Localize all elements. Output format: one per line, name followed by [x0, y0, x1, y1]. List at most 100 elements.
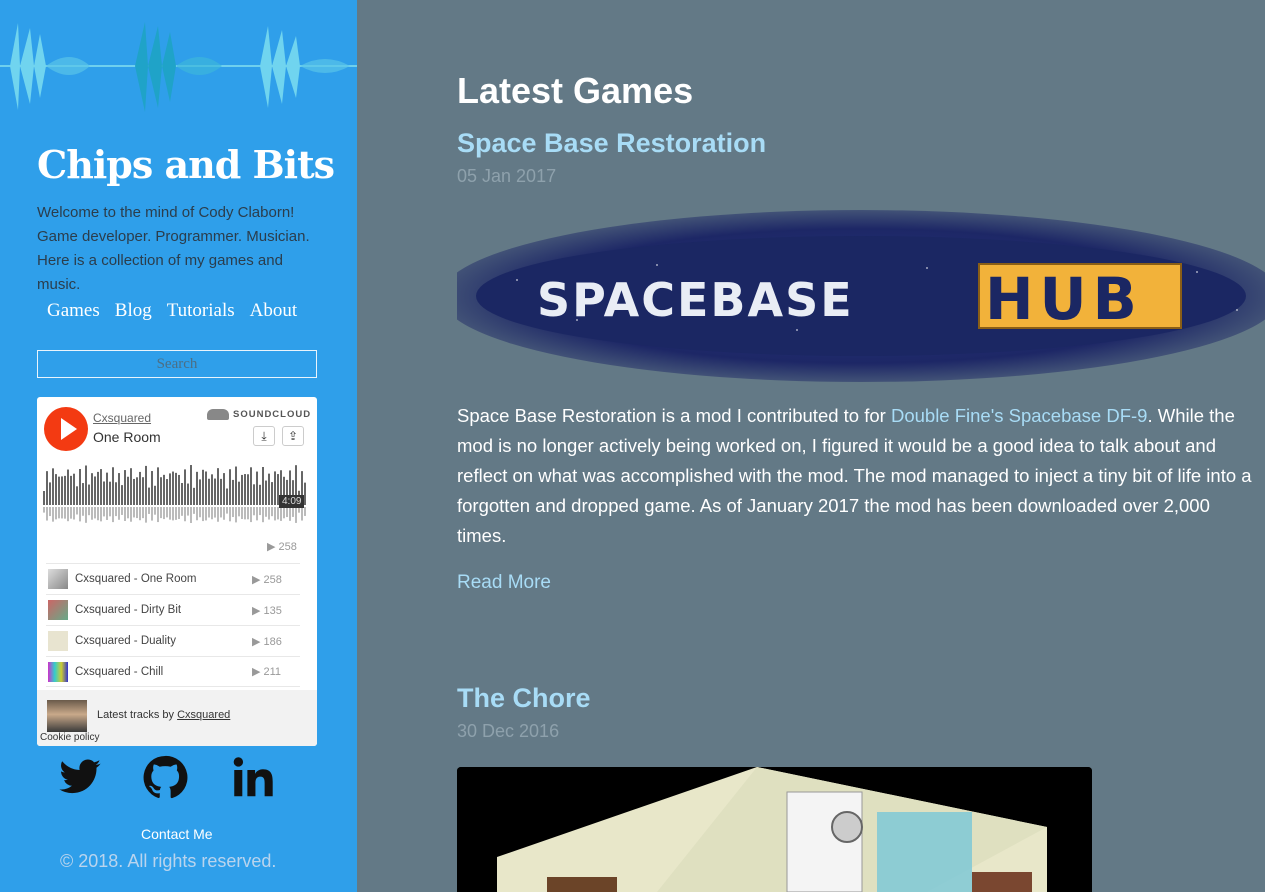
- waveform-reflection-bar: [271, 507, 273, 517]
- list-item[interactable]: Cxsquared - Duality ▶ 186: [46, 625, 300, 656]
- track-thumbnail: [48, 661, 68, 682]
- waveform-reflection-bar: [220, 507, 222, 518]
- linkedin-icon[interactable]: [228, 755, 278, 800]
- nav-tutorials[interactable]: Tutorials: [167, 300, 235, 322]
- play-count-value: 258: [278, 541, 297, 553]
- waveform-reflection-bar: [145, 507, 147, 523]
- track-item-plays-value: 211: [263, 666, 282, 678]
- waveform-bar: [70, 475, 72, 505]
- waveform-bar: [112, 467, 114, 505]
- cookie-policy-link[interactable]: Cookie policy: [40, 732, 99, 743]
- widget-footer: Latest tracks by Cxsquared Cookie policy: [37, 690, 317, 746]
- the-chore-screenshot[interactable]: [457, 767, 1092, 892]
- waveform-reflection-bar: [226, 507, 228, 514]
- waveform-bar: [139, 471, 141, 505]
- waveform-bar: [181, 483, 183, 505]
- nav-blog[interactable]: Blog: [115, 300, 152, 322]
- spacebase-hub-banner[interactable]: SPACEBASE HUB: [457, 210, 1265, 382]
- track-item-plays: ▶ 211: [252, 666, 282, 678]
- track-waveform[interactable]: [43, 461, 307, 525]
- share-button[interactable]: ⇪: [282, 426, 304, 446]
- waveform-reflection-bar: [109, 507, 111, 517]
- post-title[interactable]: The Chore: [457, 683, 591, 714]
- download-button[interactable]: ⤓: [253, 426, 275, 446]
- waveform-bar: [82, 483, 84, 505]
- waveform-header-art: [0, 22, 357, 112]
- waveform-bar: [211, 474, 213, 505]
- waveform-bar: [160, 477, 162, 505]
- contact-link[interactable]: Contact Me: [141, 826, 213, 842]
- waveform-bar: [175, 472, 177, 505]
- waveform-bar: [142, 477, 144, 505]
- play-button[interactable]: [44, 407, 88, 451]
- waveform-reflection-bar: [214, 507, 216, 518]
- track-list: Cxsquared - One Room ▶ 258 Cxsquared - D…: [46, 563, 300, 687]
- waveform-bar: [184, 469, 186, 505]
- waveform-bar: [172, 471, 174, 505]
- read-more-link[interactable]: Read More: [457, 572, 551, 594]
- post-title[interactable]: Space Base Restoration: [457, 128, 766, 159]
- github-icon[interactable]: [140, 755, 190, 800]
- waveform-bar: [166, 479, 168, 505]
- waveform-bar: [145, 465, 147, 505]
- waveform-reflection-bar: [49, 507, 51, 517]
- track-duration: 4:09: [279, 495, 305, 508]
- waveform-bar: [232, 479, 234, 505]
- waveform-bar: [274, 471, 276, 505]
- spacebase-link[interactable]: Double Fine's Spacebase DF-9: [891, 405, 1148, 426]
- nav-about[interactable]: About: [250, 300, 298, 322]
- waveform-bar: [154, 485, 156, 505]
- waveform-reflection-bar: [217, 507, 219, 522]
- waveform-reflection-bar: [103, 507, 105, 517]
- waveform-reflection-bar: [289, 507, 291, 521]
- waveform-reflection-bar: [196, 507, 198, 521]
- waveform-reflection-bar: [193, 507, 195, 514]
- waveform-bar: [262, 467, 264, 505]
- waveform-reflection-bar: [76, 507, 78, 515]
- waveform-reflection-bar: [70, 507, 72, 519]
- waveform-reflection-bar: [301, 507, 303, 521]
- waveform-bar: [88, 484, 90, 505]
- soundcloud-track-title[interactable]: One Room: [93, 429, 161, 445]
- share-icon: ⇪: [287, 429, 299, 443]
- waveform-reflection-bar: [304, 507, 306, 516]
- waveform-reflection-bar: [238, 507, 240, 517]
- soundcloud-user-link[interactable]: Cxsquared: [93, 411, 151, 425]
- nav-games[interactable]: Games: [47, 300, 100, 322]
- waveform-bar: [193, 487, 195, 505]
- waveform-reflection-bar: [124, 507, 126, 521]
- waveform-reflection-bar: [157, 507, 159, 523]
- track-play-count: ▶ 258: [267, 540, 297, 553]
- waveform-reflection-bar: [82, 507, 84, 516]
- waveform-reflection-bar: [61, 507, 63, 519]
- site-description: Welcome to the mind of Cody Claborn! Gam…: [37, 204, 310, 293]
- waveform-reflection-bar: [115, 507, 117, 517]
- track-item-plays-value: 135: [263, 604, 282, 617]
- waveform-bar: [265, 480, 267, 505]
- latest-tracks-user-link[interactable]: Cxsquared: [177, 709, 230, 721]
- waveform-reflection-bar: [235, 507, 237, 523]
- waveform-bar: [79, 469, 81, 505]
- track-item-title: Cxsquared - Chill: [75, 665, 164, 678]
- waveform-bar: [190, 465, 192, 505]
- page-title: Latest Games: [457, 70, 694, 111]
- soundcloud-logo[interactable]: SOUNDCLOUD: [207, 409, 311, 420]
- waveform-reflection-bar: [268, 507, 270, 520]
- list-item[interactable]: Cxsquared - Chill ▶ 211: [46, 656, 300, 687]
- waveform-reflection-bar: [241, 507, 243, 520]
- waveform-bar: [217, 468, 219, 505]
- search-input[interactable]: [37, 350, 317, 378]
- list-item[interactable]: Cxsquared - Dirty Bit ▶ 135: [46, 594, 300, 625]
- waveform-bar: [73, 473, 75, 505]
- waveform-bar: [223, 473, 225, 505]
- track-thumbnail: [48, 600, 68, 620]
- twitter-icon[interactable]: [55, 755, 105, 800]
- site-title[interactable]: Chips and Bits: [37, 142, 335, 187]
- waveform-reflection-bar: [175, 507, 177, 520]
- list-item[interactable]: Cxsquared - One Room ▶ 258: [46, 563, 300, 594]
- waveform-reflection-bar: [127, 507, 129, 519]
- waveform-bar: [97, 471, 99, 505]
- avatar[interactable]: [47, 700, 87, 732]
- play-count-icon: ▶: [267, 541, 279, 553]
- waveform-reflection-bar: [295, 507, 297, 523]
